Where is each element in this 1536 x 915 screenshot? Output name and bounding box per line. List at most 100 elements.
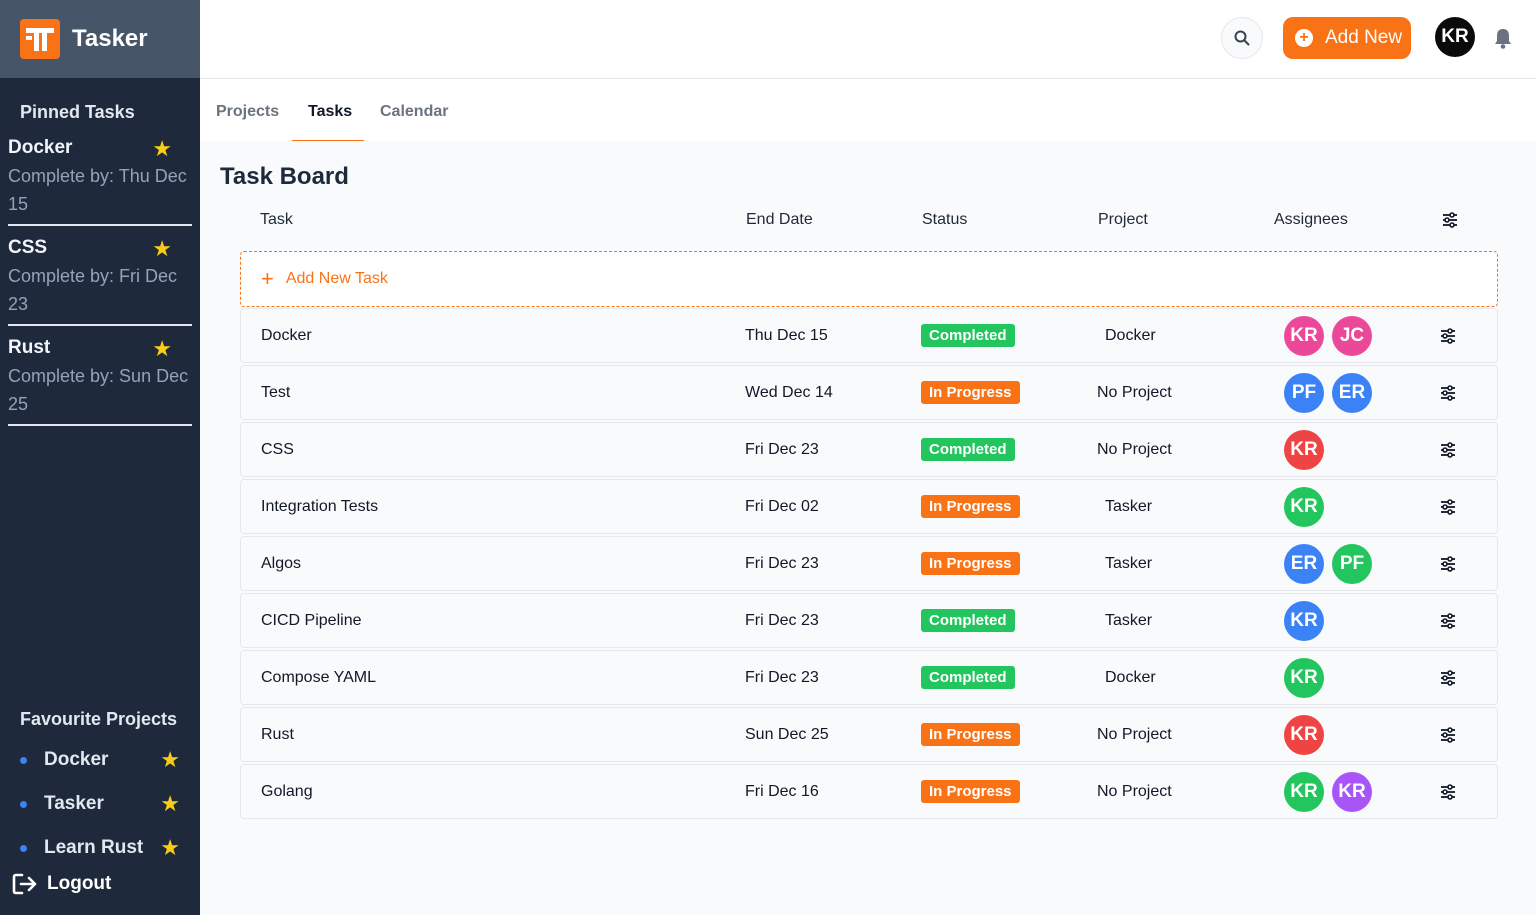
- task-end-date: Thu Dec 15: [745, 326, 828, 344]
- task-project: No Project: [1097, 725, 1172, 743]
- brand[interactable]: Tasker: [0, 0, 200, 78]
- task-project: Tasker: [1105, 611, 1153, 629]
- logout-button[interactable]: Logout: [12, 872, 111, 896]
- logout-icon: [12, 873, 37, 895]
- assignee-avatar[interactable]: ER: [1332, 372, 1372, 413]
- task-options-button[interactable]: [1439, 594, 1457, 647]
- assignees: KR: [1284, 708, 1332, 761]
- pinned-task-due: Complete by: Fri Dec 23: [8, 266, 178, 314]
- star-icon[interactable]: ★: [160, 791, 180, 817]
- sliders-icon: [1439, 498, 1457, 515]
- tab-projects[interactable]: Projects: [216, 103, 279, 121]
- status-cell: In Progress: [921, 708, 1020, 761]
- sliders-icon: [1439, 669, 1457, 686]
- pinned-task[interactable]: Docker Complete by: Thu Dec 15 ★: [8, 134, 192, 226]
- sliders-icon: [1439, 783, 1457, 800]
- task-end-date: Sun Dec 25: [745, 725, 829, 743]
- status-badge: In Progress: [921, 552, 1020, 575]
- favourite-projects-title: Favourite Projects: [20, 709, 178, 729]
- status-badge: Completed: [921, 666, 1015, 689]
- task-name: Compose YAML: [261, 668, 377, 686]
- assignee-avatar[interactable]: PF: [1284, 372, 1324, 413]
- task-options-button[interactable]: [1439, 765, 1457, 818]
- task-options-button[interactable]: [1439, 309, 1457, 362]
- column-header-status: Status: [922, 211, 968, 228]
- table-row[interactable]: Docker Thu Dec 15 Completed Docker KR JC: [240, 308, 1498, 363]
- task-name: CSS: [261, 440, 294, 458]
- sliders-icon[interactable]: [1441, 212, 1459, 228]
- assignee-avatar[interactable]: KR: [1284, 657, 1324, 698]
- pinned-task-due: Complete by: Sun Dec 25: [8, 366, 189, 414]
- sliders-icon: [1439, 441, 1457, 458]
- favourite-project[interactable]: Docker ★: [0, 738, 200, 782]
- tab-bar: Projects Tasks Calendar: [200, 79, 1536, 143]
- star-icon[interactable]: ★: [160, 835, 180, 861]
- logout-label: Logout: [47, 873, 112, 894]
- task-options-button[interactable]: [1439, 366, 1457, 419]
- assignee-avatar[interactable]: JC: [1332, 315, 1372, 356]
- favourite-project[interactable]: Learn Rust ★: [0, 826, 200, 870]
- main-content: Task Board Task End Date Status Project …: [200, 141, 1536, 915]
- assignee-avatar[interactable]: KR: [1284, 771, 1324, 812]
- tab-calendar[interactable]: Calendar: [380, 103, 448, 121]
- sidebar: Tasker Pinned Tasks Docker Complete by: …: [0, 0, 200, 915]
- assignee-avatar[interactable]: KR: [1284, 486, 1324, 527]
- table-row[interactable]: Rust Sun Dec 25 In Progress No Project KR: [240, 707, 1498, 762]
- task-project: No Project: [1097, 782, 1172, 800]
- task-options-button[interactable]: [1439, 708, 1457, 761]
- favourite-project-name: Tasker: [44, 793, 104, 814]
- search-button[interactable]: [1221, 17, 1263, 59]
- table-row[interactable]: Golang Fri Dec 16 In Progress No Project KR K…: [240, 764, 1498, 819]
- star-icon[interactable]: ★: [152, 338, 172, 360]
- table-row[interactable]: CICD Pipeline Fri Dec 23 Completed Tasker KR: [240, 593, 1498, 648]
- assignees: PF ER: [1284, 366, 1380, 419]
- table-row[interactable]: Integration Tests Fri Dec 02 In Progress Ta…: [240, 479, 1498, 534]
- add-new-label: Add New: [1325, 27, 1403, 48]
- task-options-button[interactable]: [1439, 537, 1457, 590]
- assignee-avatar[interactable]: KR: [1284, 714, 1324, 755]
- table-row[interactable]: Algos Fri Dec 23 In Progress Tasker ER PF: [240, 536, 1498, 591]
- star-icon[interactable]: ★: [152, 238, 172, 260]
- plus-circle-icon: +: [1295, 29, 1313, 47]
- task-options-button[interactable]: [1439, 423, 1457, 476]
- column-header-assignees: Assignees: [1274, 211, 1348, 228]
- status-badge: Completed: [921, 609, 1015, 632]
- task-options-button[interactable]: [1439, 480, 1457, 533]
- status-badge: Completed: [921, 438, 1015, 461]
- favourite-project[interactable]: Tasker ★: [0, 782, 200, 826]
- assignees: ER PF: [1284, 537, 1380, 590]
- assignee-avatar[interactable]: ER: [1284, 543, 1324, 584]
- star-icon[interactable]: ★: [160, 747, 180, 773]
- assignee-avatar[interactable]: KR: [1332, 771, 1372, 812]
- bell-icon[interactable]: [1493, 27, 1513, 49]
- assignee-avatar[interactable]: KR: [1284, 600, 1324, 641]
- add-new-task-button[interactable]: + Add New Task: [240, 251, 1498, 307]
- assignee-avatar[interactable]: KR: [1284, 429, 1324, 470]
- status-badge: In Progress: [921, 780, 1020, 803]
- user-avatar[interactable]: KR: [1435, 17, 1475, 57]
- task-project: No Project: [1097, 383, 1172, 401]
- table-row[interactable]: Test Wed Dec 14 In Progress No Project PF ER: [240, 365, 1498, 420]
- table-row[interactable]: Compose YAML Fri Dec 23 Completed Docker KR: [240, 650, 1498, 705]
- pinned-task[interactable]: CSS Complete by: Fri Dec 23 ★: [8, 234, 192, 326]
- add-new-button[interactable]: + Add New: [1283, 17, 1411, 59]
- task-name: Docker: [261, 326, 312, 344]
- assignee-avatar[interactable]: KR: [1284, 315, 1324, 356]
- task-project: Docker: [1105, 668, 1156, 686]
- assignee-avatar[interactable]: PF: [1332, 543, 1372, 584]
- task-options-button[interactable]: [1439, 651, 1457, 704]
- task-name: CICD Pipeline: [261, 611, 362, 629]
- page-title: Task Board: [220, 163, 349, 190]
- table-header: Task End Date Status Project Assignees: [200, 211, 1536, 231]
- favourite-project-name: Docker: [44, 749, 109, 770]
- status-cell: In Progress: [921, 366, 1020, 419]
- status-cell: Completed: [921, 651, 1015, 704]
- column-header-end-date: End Date: [746, 211, 813, 228]
- status-badge: In Progress: [921, 495, 1020, 518]
- pinned-task[interactable]: Rust Complete by: Sun Dec 25 ★: [8, 334, 192, 426]
- add-new-task-label: Add New Task: [285, 270, 388, 287]
- tab-tasks[interactable]: Tasks: [308, 103, 352, 121]
- top-bar: + Add New KR: [200, 0, 1536, 79]
- table-row[interactable]: CSS Fri Dec 23 Completed No Project KR: [240, 422, 1498, 477]
- star-icon[interactable]: ★: [152, 138, 172, 160]
